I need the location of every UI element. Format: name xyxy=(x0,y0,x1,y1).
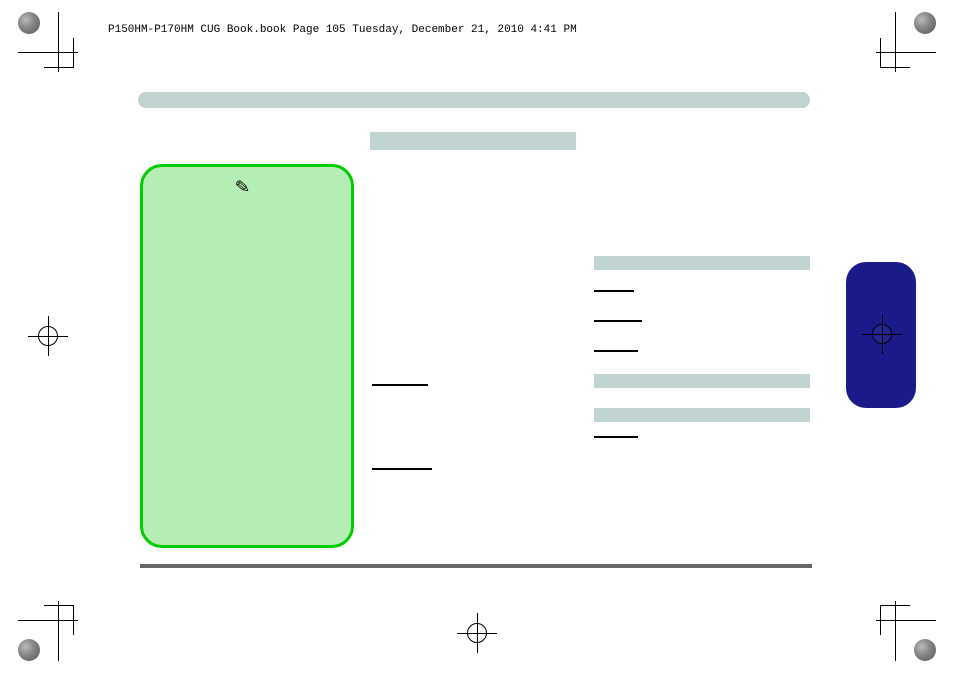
page-header-bar xyxy=(138,92,810,108)
section-title-bar xyxy=(370,132,576,150)
text-line xyxy=(594,350,638,352)
registration-mark-left xyxy=(28,316,68,356)
crop-mark-top-right xyxy=(866,12,936,82)
crop-mark-top-left xyxy=(18,12,88,82)
text-line xyxy=(594,290,634,292)
text-line xyxy=(372,384,428,386)
text-line xyxy=(594,436,638,438)
note-box: ✎ xyxy=(140,164,354,548)
text-line xyxy=(594,320,642,322)
registration-mark-bottom xyxy=(457,613,497,653)
footer-rule xyxy=(140,564,812,568)
registration-mark-tab xyxy=(862,314,902,354)
page-header-text: P150HM-P170HM CUG Book.book Page 105 Tue… xyxy=(108,24,577,36)
subsection-bar xyxy=(594,256,810,270)
subsection-bar xyxy=(594,408,810,422)
thumb-tab xyxy=(846,262,916,408)
subsection-bar xyxy=(594,374,810,388)
crop-mark-bottom-right xyxy=(866,591,936,661)
crop-mark-bottom-left xyxy=(18,591,88,661)
pen-icon: ✎ xyxy=(234,176,251,198)
text-line xyxy=(372,468,432,470)
